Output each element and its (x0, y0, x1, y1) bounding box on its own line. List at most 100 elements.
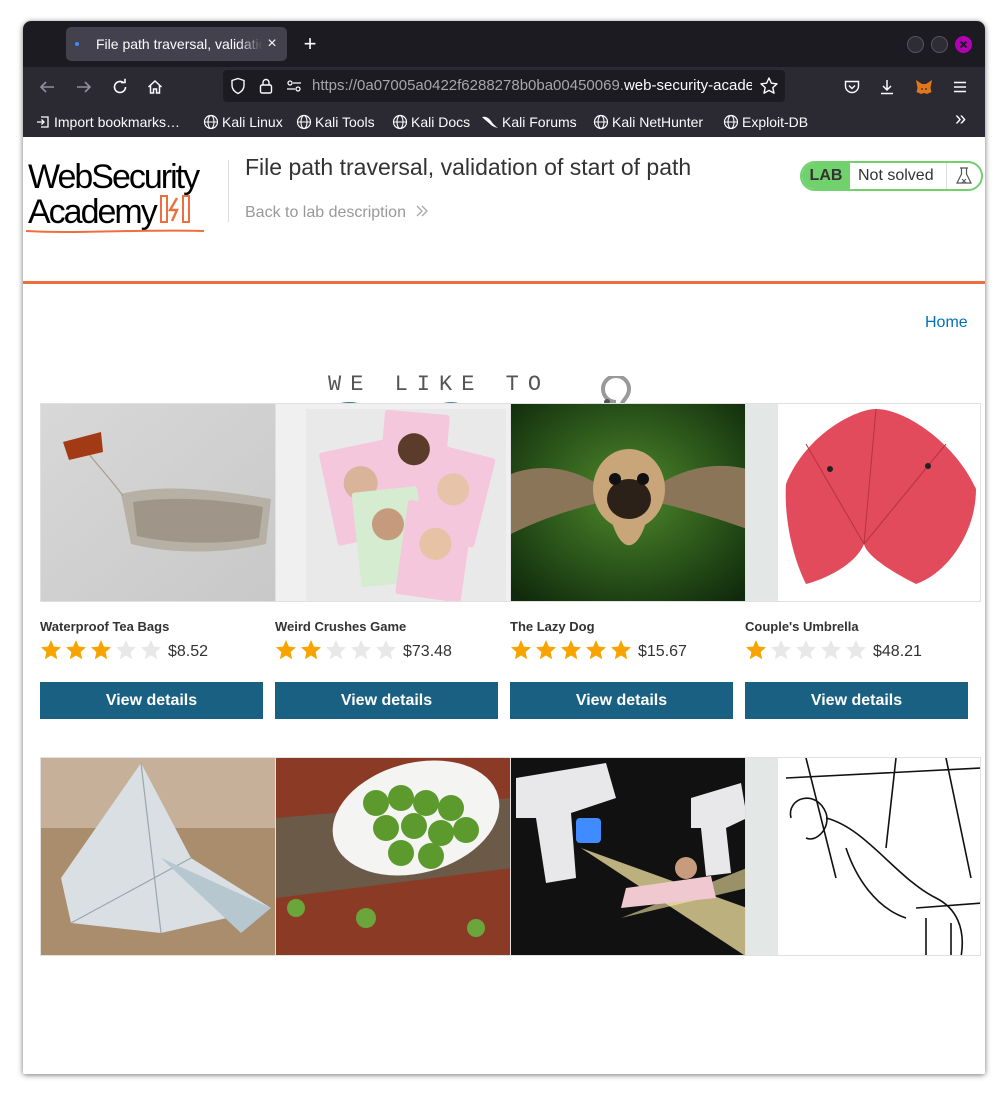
lock-icon[interactable] (257, 77, 275, 100)
star-full-icon (301, 640, 321, 660)
shield-icon[interactable] (229, 77, 247, 100)
bookmark-kali-tools[interactable]: Kali Tools (296, 113, 375, 131)
product-name: Weird Crushes Game (275, 619, 407, 634)
home-icon[interactable] (143, 75, 167, 99)
bookmark-kali-docs[interactable]: Kali Docs (392, 113, 470, 131)
globe-icon (723, 114, 739, 130)
active-tab[interactable]: File path traversal, validation of start… (66, 27, 287, 61)
product-image-tea-bags[interactable] (40, 403, 276, 602)
product-image-weird-crushes[interactable] (275, 403, 511, 602)
logo-line2: Academy (28, 194, 198, 229)
bookmark-label: Import bookmarks… (54, 114, 181, 130)
product-rating: $73.48 (275, 638, 510, 662)
star-full-icon (536, 640, 556, 660)
product-name: Couple's Umbrella (745, 619, 859, 634)
logo-underline (26, 229, 204, 233)
star-full-icon (511, 640, 531, 660)
globe-icon (296, 114, 312, 130)
back-to-description-link[interactable]: Back to lab description (245, 204, 430, 222)
forward-arrow-icon[interactable] (72, 75, 96, 99)
web-page: WebSecurity Academy File path traversal,… (23, 138, 985, 1074)
download-icon[interactable] (875, 75, 899, 99)
star-full-icon (66, 640, 86, 660)
bookmark-label: Kali Linux (222, 114, 283, 130)
product-card: Weird Crushes Game $73.48 View details (275, 403, 511, 719)
product-card: Couple's Umbrella $48.21 View details (745, 403, 981, 719)
bookmark-label: Kali NetHunter (612, 114, 704, 130)
home-link[interactable]: Home (925, 314, 968, 332)
star-full-icon (91, 640, 111, 660)
tab-close-icon[interactable]: × (263, 35, 281, 53)
lab-status-widget: LAB Not solved (800, 161, 983, 191)
browser-window: File path traversal, validation of start… (23, 21, 985, 1074)
back-link-label: Back to lab description (245, 204, 406, 221)
view-details-button[interactable]: View details (745, 682, 968, 719)
product-card (510, 757, 746, 956)
minimize-button[interactable] (907, 36, 924, 53)
view-details-button[interactable]: View details (40, 682, 263, 719)
product-card (275, 757, 511, 956)
star-full-icon (611, 640, 631, 660)
permissions-icon[interactable] (285, 77, 303, 100)
web-security-academy-logo[interactable]: WebSecurity Academy (26, 158, 204, 233)
import-icon (37, 116, 49, 128)
double-chevron-right-icon (416, 205, 429, 217)
logo-line2-text: Academy (28, 193, 158, 231)
back-arrow-icon[interactable] (35, 75, 59, 99)
metamask-fox-icon[interactable] (912, 75, 936, 99)
bookmark-kali-linux[interactable]: Kali Linux (203, 113, 283, 131)
product-card (745, 757, 981, 956)
bookmark-star-icon[interactable] (759, 76, 779, 101)
product-image-sprouts[interactable] (275, 757, 511, 956)
bookmark-exploit-db[interactable]: Exploit-DB (723, 113, 808, 131)
product-image-couples-umbrella[interactable] (745, 403, 981, 602)
product-image-laser-tag[interactable] (510, 757, 746, 956)
bookmarks-toolbar: Import bookmarks… Kali Linux Kali Tools … (23, 107, 985, 137)
view-details-button[interactable]: View details (510, 682, 733, 719)
close-window-button[interactable] (955, 36, 972, 53)
lab-status-text: Not solved (858, 167, 934, 184)
reload-icon[interactable] (108, 75, 132, 99)
star-full-icon (41, 640, 61, 660)
menu-hamburger-icon[interactable] (948, 75, 972, 99)
star-full-icon (276, 640, 296, 660)
view-details-button[interactable]: View details (275, 682, 498, 719)
star-empty-icon (116, 640, 136, 660)
globe-icon (203, 114, 219, 130)
new-tab-button[interactable]: + (299, 33, 321, 55)
logo-line1: WebSecurity (28, 158, 200, 196)
address-bar[interactable]: https://0a07005a0422f6288278b0ba00450069… (223, 70, 785, 102)
url-host: web-security-academy.net/ (623, 77, 752, 94)
product-image-origami-bird[interactable] (40, 757, 276, 956)
product-card: The Lazy Dog $15.67 View details (510, 403, 746, 719)
dragon-icon (482, 116, 498, 128)
product-price: $48.21 (873, 643, 922, 660)
header-divider (228, 160, 229, 222)
product-price: $15.67 (638, 643, 687, 660)
star-empty-icon (141, 640, 161, 660)
globe-icon (392, 114, 408, 130)
bookmark-label: Kali Tools (315, 114, 375, 130)
url-text[interactable]: https://0a07005a0422f6288278b0ba00450069… (312, 77, 752, 94)
product-image-sketch[interactable] (745, 757, 981, 956)
bookmark-import[interactable]: Import bookmarks… (35, 113, 180, 131)
star-full-icon (561, 640, 581, 660)
star-full-icon (586, 640, 606, 660)
product-price: $8.52 (168, 643, 209, 660)
star-empty-icon (376, 640, 396, 660)
bookmarks-overflow-icon[interactable]: » (955, 108, 966, 130)
star-full-icon (746, 640, 766, 660)
globe-icon (593, 114, 609, 130)
maximize-button[interactable] (931, 36, 948, 53)
url-prefix: https://0a07005a0422f6288278b0ba00450069… (312, 77, 624, 94)
product-image-lazy-dog[interactable] (510, 403, 746, 602)
bookmark-label: Kali Forums (502, 114, 577, 130)
pocket-icon[interactable] (840, 75, 864, 99)
star-empty-icon (326, 640, 346, 660)
bookmark-kali-forums[interactable]: Kali Forums (481, 113, 577, 131)
academy-header: WebSecurity Academy File path traversal,… (23, 138, 985, 284)
bookmark-kali-nethunter[interactable]: Kali NetHunter (593, 113, 703, 131)
lab-badge: LAB (802, 163, 850, 189)
star-empty-icon (351, 640, 371, 660)
bookmark-label: Kali Docs (411, 114, 471, 130)
